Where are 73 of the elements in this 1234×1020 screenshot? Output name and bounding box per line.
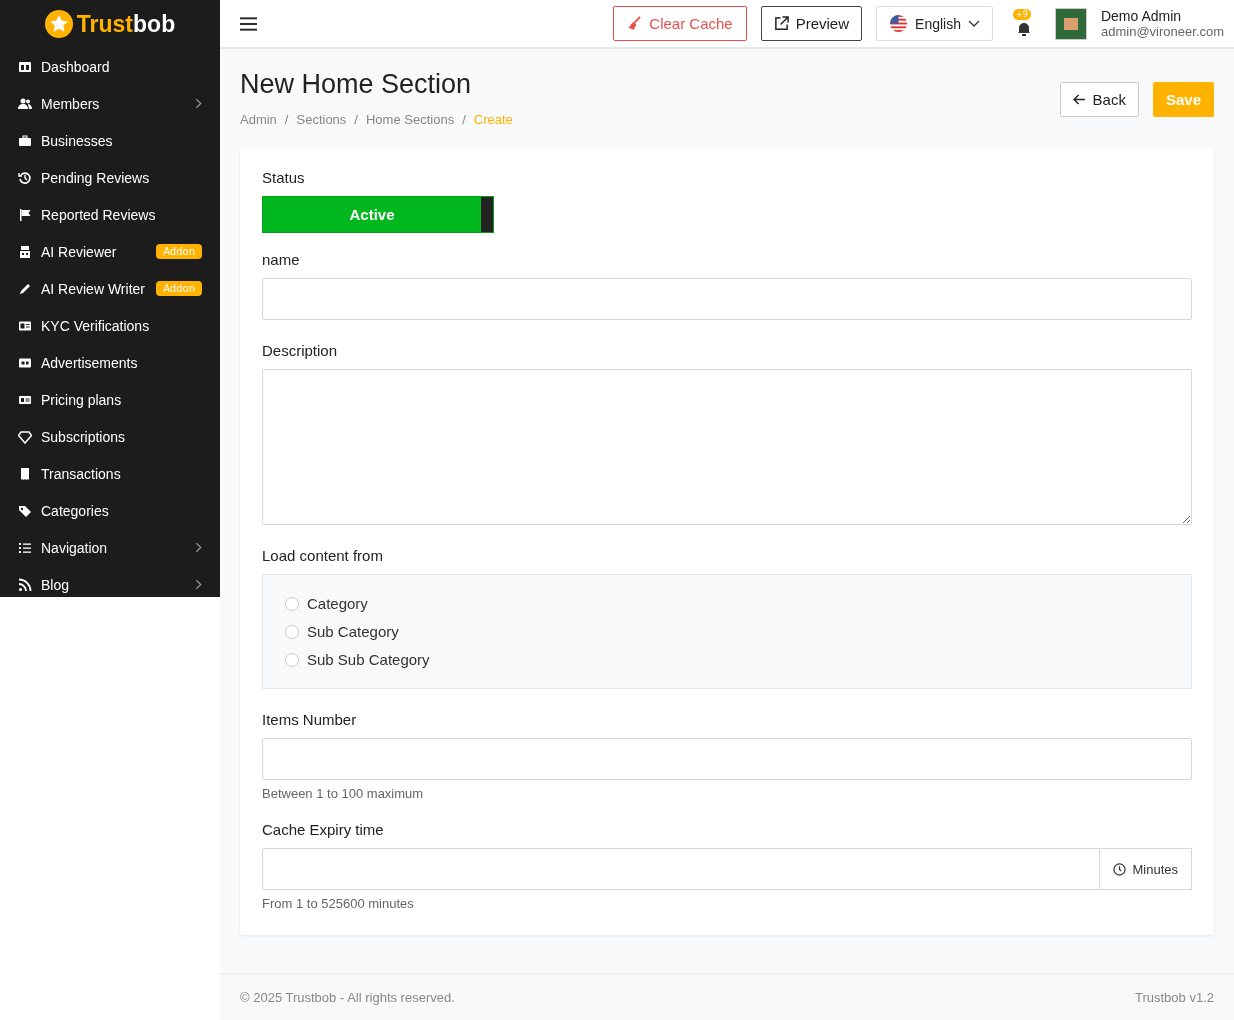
field-label: Cache Expiry time bbox=[262, 821, 385, 838]
chevron-right-icon bbox=[195, 542, 202, 553]
field-label: Load content from bbox=[262, 547, 384, 564]
breadcrumb-separator: / bbox=[462, 112, 466, 127]
field-label: Status bbox=[262, 169, 306, 186]
cache-expiry-input[interactable] bbox=[262, 848, 1101, 890]
page-title: New Home Section bbox=[240, 69, 473, 100]
clear-cache-button[interactable]: Clear Cache bbox=[613, 6, 747, 41]
help-text: Between 1 to 100 maximum bbox=[262, 786, 425, 801]
sidebar-item[interactable]: Dashboard bbox=[0, 48, 220, 85]
brand-name: Trustbob bbox=[76, 10, 176, 38]
broom-icon bbox=[627, 16, 643, 31]
sidebar-item[interactable]: Blog bbox=[0, 566, 220, 597]
sidebar-item[interactable]: Advertisements bbox=[0, 344, 220, 381]
user-email: admin@vironeer.com bbox=[1100, 23, 1224, 39]
breadcrumb-separator: / bbox=[354, 112, 358, 127]
description-textarea[interactable] bbox=[262, 369, 1192, 525]
field-label: name bbox=[262, 251, 301, 268]
breadcrumb-separator: / bbox=[284, 112, 289, 127]
clock-icon bbox=[1113, 862, 1127, 876]
flag-icon bbox=[18, 207, 32, 222]
sidebar-item[interactable]: Categories bbox=[0, 492, 220, 529]
field-label: Items Number bbox=[262, 711, 358, 728]
gem-icon bbox=[18, 429, 32, 444]
user-name: Demo Admin bbox=[1100, 8, 1183, 24]
help-text: From 1 to 525600 minutes bbox=[262, 896, 415, 911]
sidebar-item[interactable]: AI Reviewer Addon bbox=[0, 233, 220, 270]
field-label: Description bbox=[262, 342, 339, 359]
sidebar-item[interactable]: Subscriptions bbox=[0, 418, 220, 455]
chevron-right-icon bbox=[195, 98, 202, 109]
breadcrumb-link[interactable]: Home Sections bbox=[366, 112, 455, 127]
history-icon bbox=[18, 170, 32, 185]
rss-icon bbox=[18, 577, 32, 592]
sidebar-item[interactable]: Businesses bbox=[0, 122, 220, 159]
sidebar-item[interactable]: AI Review Writer Addon bbox=[0, 270, 220, 307]
version-text: Trustbob v1.2 bbox=[1135, 989, 1214, 1005]
list-icon bbox=[18, 540, 32, 555]
sidebar-item[interactable]: Transactions bbox=[0, 455, 220, 492]
sidebar-item[interactable]: Members bbox=[0, 85, 220, 122]
language-dropdown[interactable]: English bbox=[876, 6, 993, 41]
external-link-icon bbox=[773, 16, 789, 31]
star-logo-icon bbox=[44, 10, 73, 38]
flag-icon bbox=[889, 14, 909, 33]
back-button[interactable]: Back bbox=[1059, 82, 1139, 117]
items-number-input[interactable] bbox=[262, 738, 1192, 780]
notification-count: +9 bbox=[1012, 8, 1031, 20]
users-icon bbox=[18, 96, 32, 111]
sidebar-item[interactable]: Pricing plans bbox=[0, 381, 220, 418]
radio-option[interactable]: Category bbox=[285, 595, 1169, 612]
chevron-down-icon bbox=[967, 19, 980, 28]
addon-badge: Addon bbox=[156, 244, 202, 259]
dashboard-icon bbox=[18, 59, 32, 74]
arrow-left-icon bbox=[1072, 94, 1086, 105]
copyright-text: © 2025 Trustbob - All rights reserved. bbox=[240, 989, 455, 1005]
receipt-icon bbox=[18, 466, 32, 481]
chevron-right-icon bbox=[195, 579, 202, 590]
tags-icon bbox=[18, 503, 32, 518]
radio-option[interactable]: Sub Sub Category bbox=[285, 651, 1169, 668]
sidebar-item[interactable]: KYC Verifications bbox=[0, 307, 220, 344]
menu-icon[interactable] bbox=[240, 16, 257, 31]
preview-button[interactable]: Preview bbox=[760, 6, 863, 41]
addon-badge: Addon bbox=[156, 281, 202, 296]
minutes-addon: Minutes bbox=[1100, 848, 1192, 890]
sidebar-item[interactable]: Navigation bbox=[0, 529, 220, 566]
pencil-icon bbox=[18, 281, 32, 296]
avatar-icon[interactable] bbox=[1054, 7, 1087, 40]
sidebar-item[interactable]: Pending Reviews bbox=[0, 159, 220, 196]
name-input[interactable] bbox=[262, 278, 1192, 320]
robot-icon bbox=[18, 244, 32, 259]
sidebar-item[interactable]: Reported Reviews bbox=[0, 196, 220, 233]
radio-option[interactable]: Sub Category bbox=[285, 623, 1169, 640]
briefcase-icon bbox=[18, 133, 32, 148]
breadcrumb-link[interactable]: Sections bbox=[296, 112, 347, 127]
